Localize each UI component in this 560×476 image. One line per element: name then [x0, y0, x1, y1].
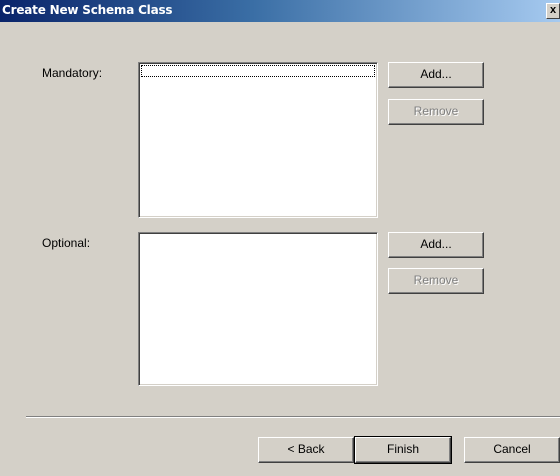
mandatory-remove-button[interactable]: Remove — [388, 99, 484, 125]
close-icon: x — [549, 4, 557, 16]
optional-add-button[interactable]: Add... — [388, 232, 484, 258]
footer-separator — [26, 416, 560, 418]
optional-label: Optional: — [42, 236, 91, 250]
mandatory-add-button[interactable]: Add... — [388, 62, 484, 88]
mandatory-label: Mandatory: — [42, 66, 103, 80]
mandatory-listbox[interactable] — [138, 62, 378, 218]
window-title: Create New Schema Class — [2, 3, 173, 17]
back-button[interactable]: < Back — [258, 437, 354, 463]
close-button[interactable]: x — [546, 3, 560, 19]
title-bar[interactable]: Create New Schema Class x — [0, 0, 560, 22]
optional-remove-button[interactable]: Remove — [388, 268, 484, 294]
focus-rectangle — [141, 65, 375, 77]
optional-listbox[interactable] — [138, 232, 378, 386]
cancel-button[interactable]: Cancel — [464, 437, 560, 463]
finish-button[interactable]: Finish — [354, 436, 452, 464]
